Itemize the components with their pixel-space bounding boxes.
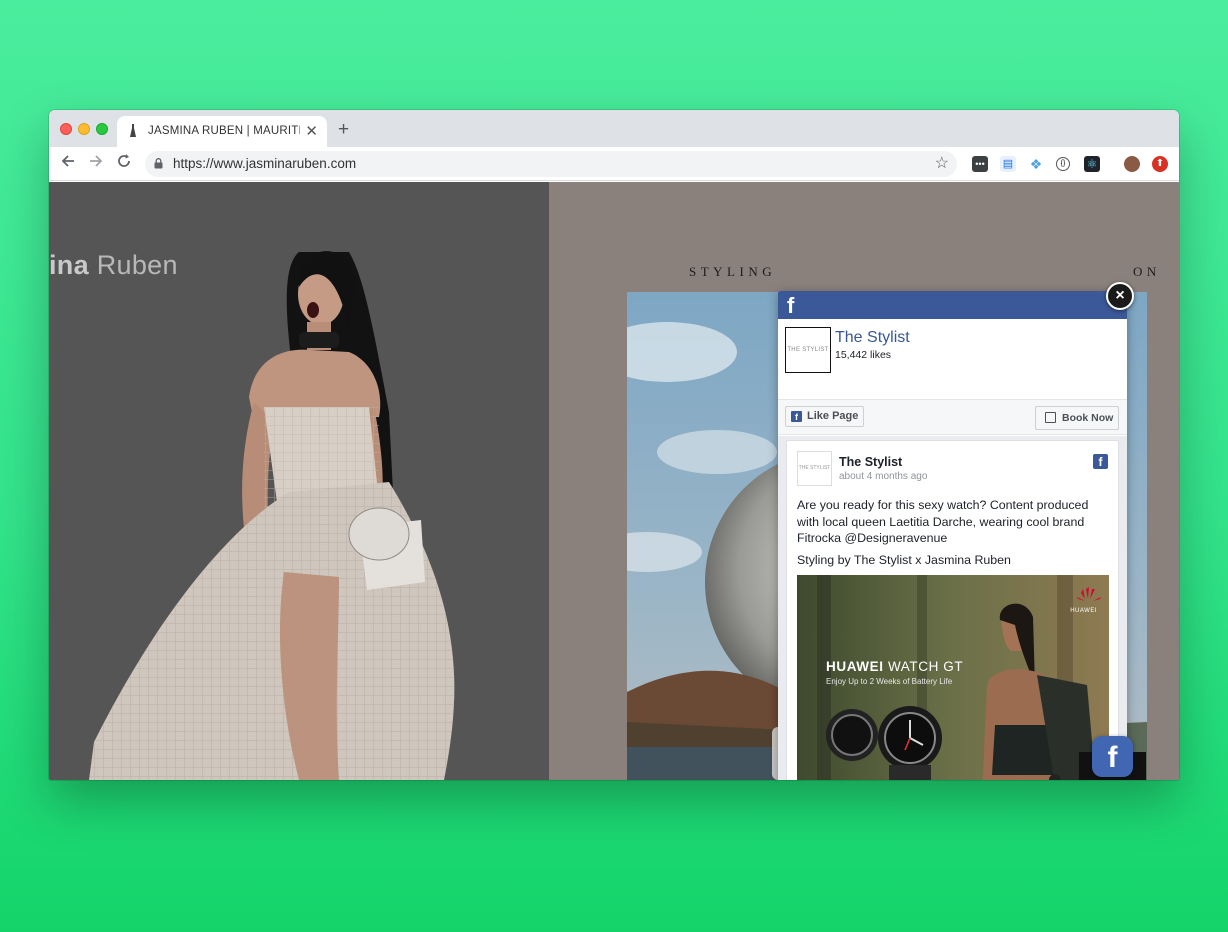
timeline-feed[interactable]: THE STYLIST The Stylist about 4 months a… <box>778 436 1127 780</box>
browser-tab[interactable]: JASMINA RUBEN | MAURITIUS ✕ <box>117 116 327 147</box>
close-popup-button[interactable]: × <box>1106 282 1134 310</box>
update-icon[interactable]: ⬆ <box>1152 156 1168 172</box>
react-devtools-icon[interactable]: ⚛ <box>1084 156 1100 172</box>
post-author-name[interactable]: The Stylist <box>839 455 902 469</box>
huawei-logo-text: HUAWEI <box>1070 608 1097 614</box>
url-text[interactable]: https://www.jasminaruben.com <box>173 156 356 171</box>
brand-first-part: ina <box>49 250 89 280</box>
extension-menu-icon[interactable]: ••• <box>972 156 988 172</box>
extension-screen-icon[interactable]: ▤ <box>1000 156 1016 172</box>
brand-last-part: Ruben <box>88 250 178 280</box>
hero-photo-panel: ina Ruben <box>49 182 549 780</box>
facebook-small-icon: f <box>791 411 802 422</box>
styling-heading-text: STYLING <box>689 264 777 279</box>
like-page-label: Like Page <box>807 410 859 422</box>
browser-window: JASMINA RUBEN | MAURITIUS ✕ + https://ww… <box>49 110 1179 780</box>
site-brand-title[interactable]: ina Ruben <box>49 250 178 281</box>
bookmark-star-icon[interactable]: ☆ <box>935 153 949 173</box>
facebook-popup-header: f <box>778 291 1127 319</box>
post-text: Are you ready for this sexy watch? Conte… <box>797 497 1113 573</box>
book-now-button[interactable]: Book Now <box>1035 406 1119 430</box>
minimize-window-button[interactable] <box>78 123 90 135</box>
post-paragraph: Are you ready for this sexy watch? Conte… <box>797 498 1089 545</box>
forward-arrow-icon[interactable] <box>89 153 103 173</box>
ad-brand-rest: WATCH GT <box>883 659 964 674</box>
ad-headline: HUAWEI WATCH GT <box>826 659 963 674</box>
like-page-button[interactable]: f Like Page <box>785 406 864 427</box>
styling-heading: STYLING <box>689 264 776 280</box>
back-arrow-icon[interactable] <box>61 153 75 173</box>
dress-icon <box>129 124 137 141</box>
ad-subtitle: Enjoy Up to 2 Weeks of Battery Life <box>826 677 953 686</box>
facebook-page-popup: f THE STYLIST The Stylist 15,442 likes f… <box>778 291 1127 780</box>
tab-strip: JASMINA RUBEN | MAURITIUS ✕ + <box>49 110 1179 147</box>
extension-drop-icon[interactable]: ❖ <box>1028 156 1044 172</box>
post-timestamp[interactable]: about 4 months ago <box>839 471 927 482</box>
page-content: ina Ruben STYLING ON f THE STYLIST The S… <box>49 182 1179 780</box>
tab-close-icon[interactable]: ✕ <box>305 122 318 140</box>
feed-post: THE STYLIST The Stylist about 4 months a… <box>786 440 1119 780</box>
reload-icon[interactable] <box>117 153 131 173</box>
ad-brand-bold: HUAWEI <box>826 659 884 674</box>
extension-circle-icon[interactable]: {} <box>1056 157 1070 171</box>
facebook-post-icon[interactable]: f <box>1093 454 1108 469</box>
close-window-button[interactable] <box>60 123 72 135</box>
tab-title: JASMINA RUBEN | MAURITIUS <box>148 125 300 137</box>
book-now-label: Book Now <box>1062 412 1114 424</box>
post-paragraph: Styling by The Stylist x Jasmina Ruben <box>797 552 1011 567</box>
post-author-avatar[interactable]: THE STYLIST <box>797 451 832 486</box>
facebook-launcher-button[interactable]: f <box>1092 736 1133 777</box>
new-tab-button[interactable]: + <box>338 119 349 141</box>
page-logo[interactable]: THE STYLIST <box>785 327 831 373</box>
maximize-window-button[interactable] <box>96 123 108 135</box>
facebook-logo-icon: f <box>787 293 795 318</box>
page-actions: f Like Page Book Now <box>778 399 1127 435</box>
calendar-icon <box>1045 412 1056 423</box>
browser-toolbar: https://www.jasminaruben.com ☆ ••• ▤ ❖ {… <box>49 147 1179 181</box>
page-likes-count: 15,442 likes <box>835 349 892 361</box>
post-image-huawei-ad[interactable]: HUAWEI HUAWEI WATCH GT Enjoy Up to 2 Wee… <box>797 575 1109 780</box>
page-name-link[interactable]: The Stylist <box>835 329 910 347</box>
styling-heading-tail: ON <box>1133 264 1161 279</box>
lock-icon <box>154 158 163 169</box>
address-bar[interactable]: https://www.jasminaruben.com ☆ <box>145 151 957 177</box>
facebook-page-header: THE STYLIST The Stylist 15,442 likes <box>778 319 1127 399</box>
avatar[interactable] <box>1124 156 1140 172</box>
